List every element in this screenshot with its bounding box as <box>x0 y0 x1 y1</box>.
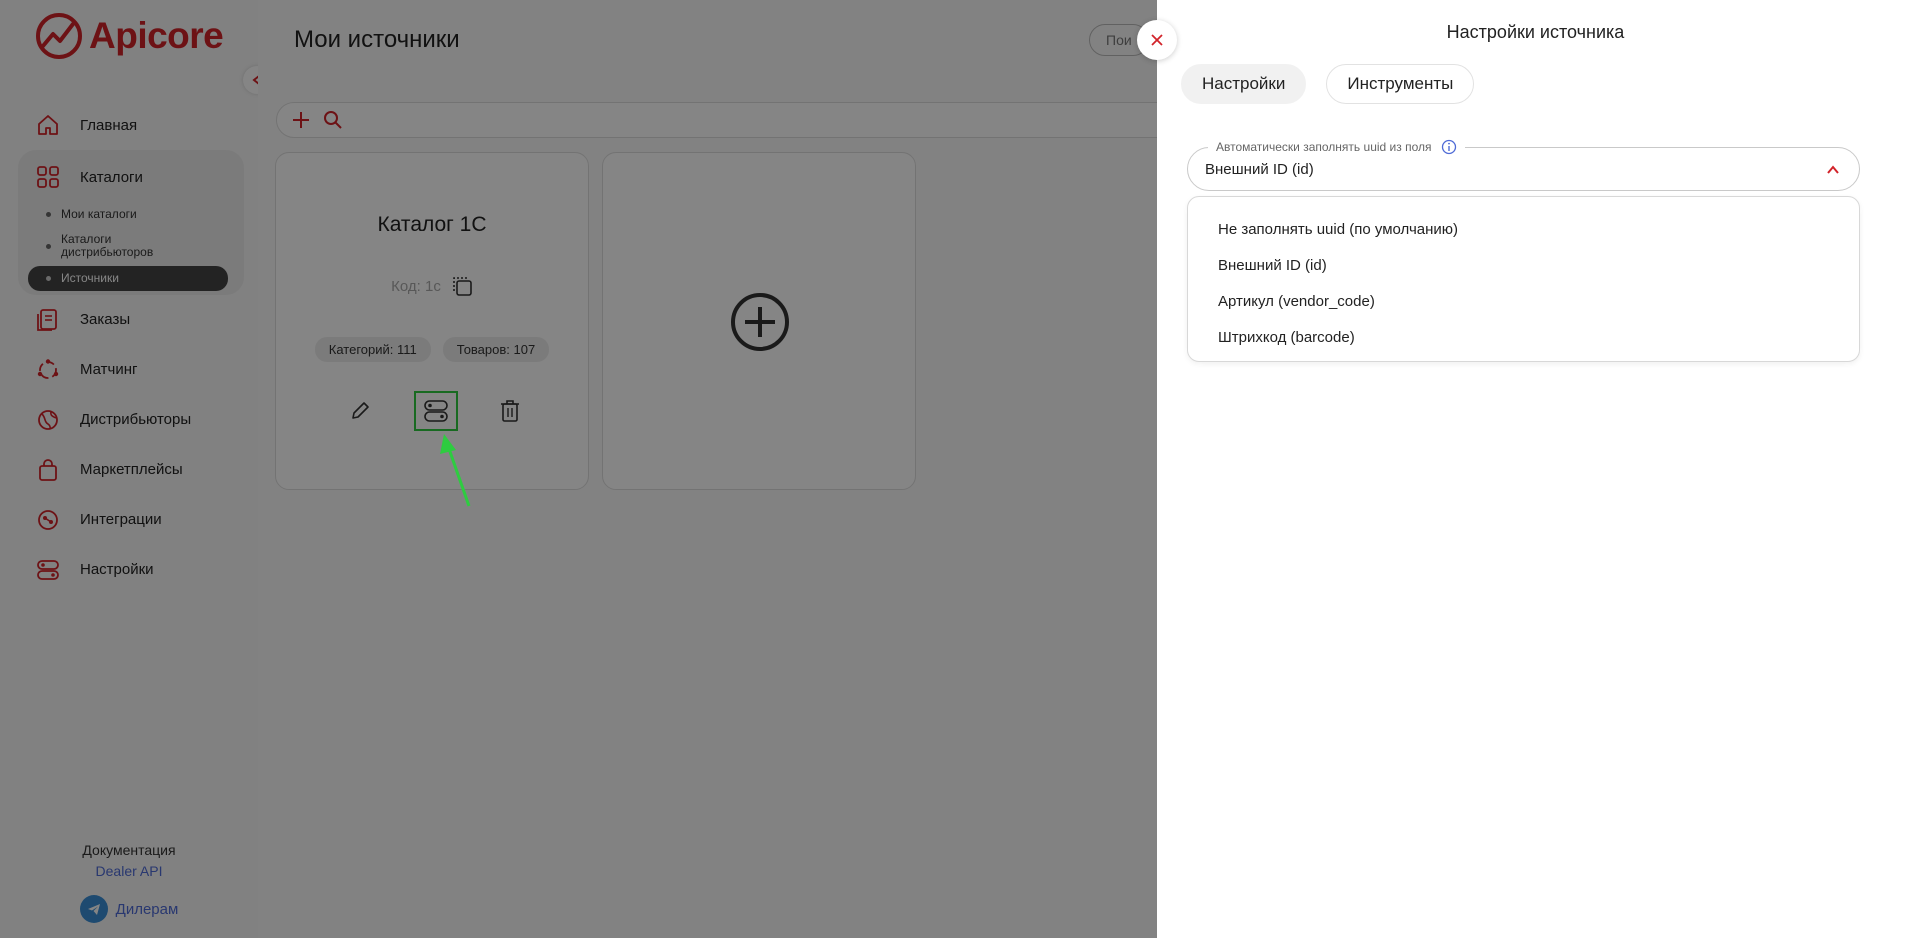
field-label-text: Автоматически заполнять uuid из поля <box>1216 140 1432 154</box>
modal-overlay[interactable] <box>0 0 1157 938</box>
drawer-tabs: Настройки Инструменты <box>1181 64 1475 104</box>
close-icon <box>1151 34 1163 46</box>
option-none[interactable]: Не заполнять uuid (по умолчанию) <box>1188 211 1859 247</box>
drawer-title: Настройки источника <box>1446 22 1625 42</box>
tab-settings[interactable]: Настройки <box>1181 64 1307 104</box>
option-barcode[interactable]: Штрихкод (barcode) <box>1188 319 1859 355</box>
uuid-source-options: Не заполнять uuid (по умолчанию) Внешний… <box>1187 196 1860 362</box>
tab-tools[interactable]: Инструменты <box>1326 64 1475 104</box>
uuid-source-value: Внешний ID (id) <box>1205 161 1314 178</box>
chevron-up-icon[interactable] <box>1825 162 1841 178</box>
source-settings-drawer: Настройки источника Настройки Инструмент… <box>1157 0 1914 938</box>
option-external-id[interactable]: Внешний ID (id) <box>1188 247 1859 283</box>
uuid-source-select[interactable]: Автоматически заполнять uuid из поля Вне… <box>1187 139 1860 191</box>
annotation-arrow-icon <box>440 434 471 507</box>
info-icon[interactable] <box>1441 139 1457 155</box>
close-drawer-button[interactable] <box>1137 20 1177 60</box>
uuid-source-label: Автоматически заполнять uuid из поля <box>1208 139 1466 155</box>
option-vendor-code[interactable]: Артикул (vendor_code) <box>1188 283 1859 319</box>
